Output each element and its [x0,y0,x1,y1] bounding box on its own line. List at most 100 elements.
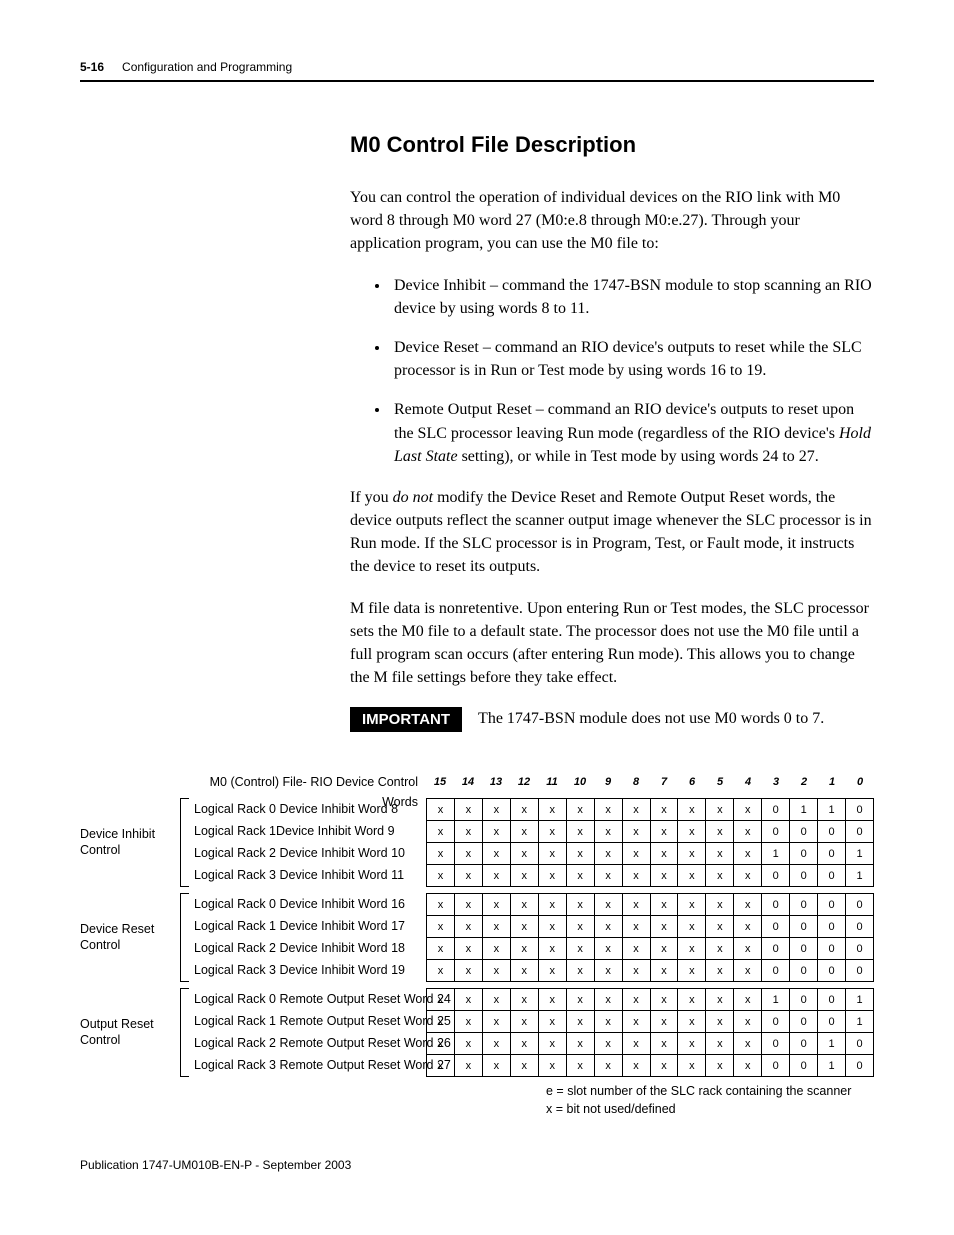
bit-cell: x [678,989,706,1011]
important-callout: IMPORTANT The 1747-BSN module does not u… [350,707,874,732]
bit-cell: x [482,843,510,865]
bit-cell: x [454,1011,482,1033]
bit-cell: x [538,1055,566,1077]
table-row: xxxxxxxxxxxx0110 [427,799,874,821]
bit-cell: 0 [790,843,818,865]
bit-cell: 0 [818,865,846,887]
bit-cell: x [734,960,762,982]
bit-cell: x [622,1055,650,1077]
bit-cell: x [594,799,622,821]
word-label: Logical Rack 0 Remote Output Reset Word … [194,988,426,1010]
bit-cell: x [482,1011,510,1033]
bit-table: xxxxxxxxxxxx1001xxxxxxxxxxxx0001xxxxxxxx… [426,988,874,1077]
bit-cell: x [650,843,678,865]
bit-cell: 0 [762,821,790,843]
bit-cell: x [566,1055,594,1077]
bit-cell: x [706,843,734,865]
bit-header: 3 [762,772,790,792]
bit-cell: x [734,894,762,916]
bit-cell: x [650,799,678,821]
bit-cell: x [622,938,650,960]
bit-cell: 0 [846,894,874,916]
bit-cell: 0 [818,916,846,938]
table-row: xxxxxxxxxxxx0010 [427,1055,874,1077]
bit-cell: x [622,960,650,982]
section-title: M0 Control File Description [350,132,874,158]
bit-cell: x [678,1011,706,1033]
bit-cell: x [734,799,762,821]
bit-cell: x [594,894,622,916]
bit-cell: x [427,938,455,960]
bit-cell: x [510,843,538,865]
bit-cell: x [706,916,734,938]
bit-cell: 0 [790,938,818,960]
bit-cell: x [650,960,678,982]
diagram-title: M0 (Control) File- RIO Device Control Wo… [180,772,426,792]
table-row: xxxxxxxxxxxx1001 [427,843,874,865]
word-label: Logical Rack 0 Device Inhibit Word 8 [194,798,426,820]
word-label: Logical Rack 3 Device Inhibit Word 19 [194,959,426,981]
bit-cell: x [734,843,762,865]
bit-cell: x [482,938,510,960]
bit-header: 12 [510,772,538,792]
bit-cell: 0 [818,843,846,865]
bit-cell: x [510,1033,538,1055]
bit-cell: x [482,1033,510,1055]
word-label: Logical Rack 1 Device Inhibit Word 17 [194,915,426,937]
bit-cell: 1 [818,1055,846,1077]
bit-cell: x [734,865,762,887]
bit-header: 15 [426,772,454,792]
bit-cell: x [454,1033,482,1055]
bit-cell: x [622,989,650,1011]
list-item: Device Reset – command an RIO device's o… [390,336,874,382]
bit-cell: 0 [818,960,846,982]
note-line: e = slot number of the SLC rack containi… [426,1083,874,1101]
bit-cell: 0 [818,894,846,916]
chapter-title: Configuration and Programming [122,60,292,74]
bit-cell: x [706,1055,734,1077]
page-header: 5-16 Configuration and Programming [80,60,874,74]
bit-cell: x [510,1011,538,1033]
bit-cell: 0 [762,938,790,960]
bit-cell: 0 [790,916,818,938]
bit-cell: 0 [790,1011,818,1033]
bit-cell: x [706,821,734,843]
page-footer: Publication 1747-UM010B-EN-P - September… [80,1158,874,1172]
bit-cell: x [510,916,538,938]
bit-cell: x [538,894,566,916]
bit-cell: x [510,799,538,821]
bit-cell: x [566,1011,594,1033]
bit-cell: x [482,1055,510,1077]
main-content: M0 Control File Description You can cont… [350,132,874,732]
bracket-icon [180,893,192,982]
bit-cell: 0 [790,865,818,887]
bit-cell: x [622,1011,650,1033]
bit-cell: 0 [790,1055,818,1077]
bit-cell: 0 [790,1033,818,1055]
bit-cell: 0 [762,1055,790,1077]
bit-cell: x [622,843,650,865]
bit-cell: x [566,799,594,821]
bit-cell: x [510,1055,538,1077]
bit-cell: x [678,960,706,982]
bit-cell: 0 [762,1033,790,1055]
bit-cell: x [566,989,594,1011]
bit-cell: x [650,865,678,887]
bit-cell: 1 [846,865,874,887]
bit-cell: x [427,821,455,843]
bit-cell: x [454,989,482,1011]
bit-cell: x [454,916,482,938]
bit-cell: x [427,799,455,821]
bit-cell: 0 [818,938,846,960]
bit-cell: x [427,894,455,916]
group-label: Device Inhibit Control [80,798,180,887]
word-group: Device Reset ControlLogical Rack 0 Devic… [80,893,874,982]
bit-cell: x [482,799,510,821]
bit-header: 11 [538,772,566,792]
bit-cell: x [594,960,622,982]
bit-cell: x [594,1033,622,1055]
bit-cell: x [427,865,455,887]
bit-cell: 0 [762,1011,790,1033]
bit-header: 4 [734,772,762,792]
bit-cell: x [538,989,566,1011]
